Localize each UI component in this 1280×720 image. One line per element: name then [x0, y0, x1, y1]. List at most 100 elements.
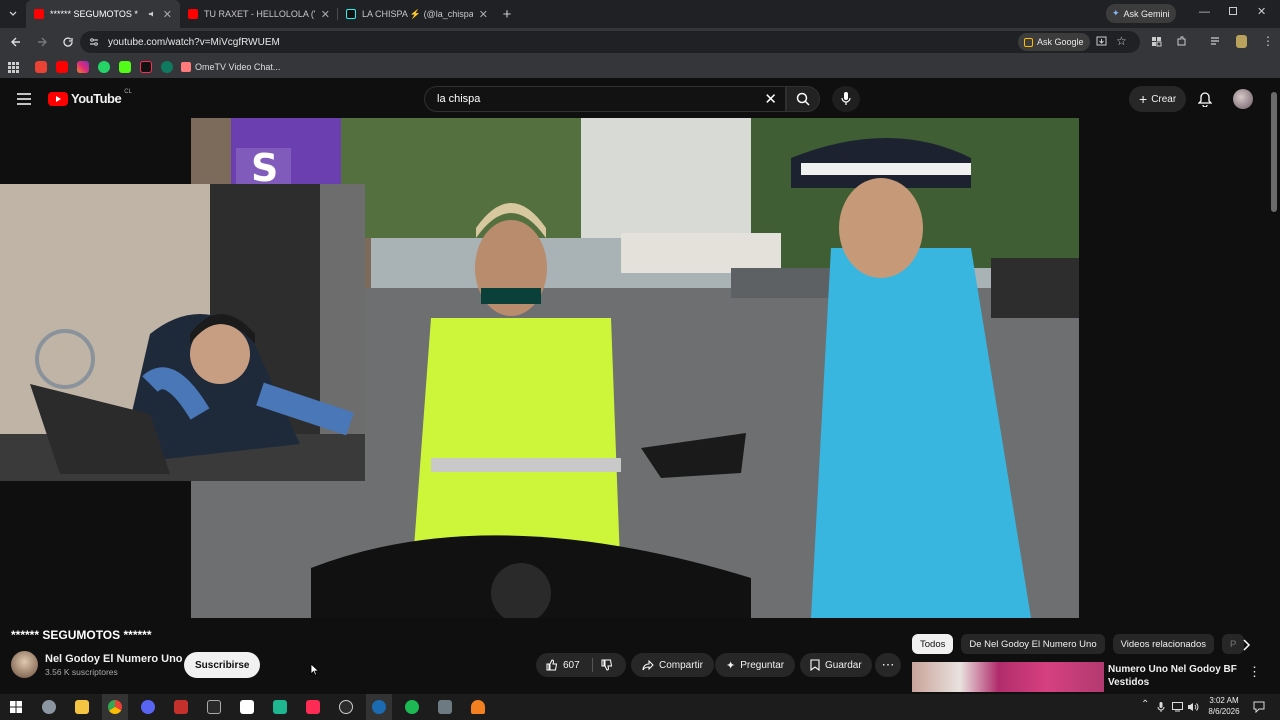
thumbs-down-icon[interactable] [601, 659, 613, 671]
like-button[interactable]: 607 [536, 659, 592, 671]
chip-from-channel[interactable]: De Nel Godoy El Numero Uno [961, 634, 1105, 654]
taskbar-app-spotify[interactable] [399, 694, 425, 720]
youtube-bookmark-icon[interactable] [56, 61, 68, 73]
page-scrollbar[interactable] [1271, 92, 1277, 212]
taskbar-app-epic[interactable] [201, 694, 227, 720]
windows-logo-icon [10, 701, 22, 713]
youtube-logo[interactable]: YouTube CL [48, 89, 132, 106]
instagram-bookmark-icon[interactable] [77, 61, 89, 73]
notifications-bell-icon[interactable] [1198, 92, 1212, 107]
close-tab-icon[interactable]: ✕ [479, 8, 488, 21]
tab-tu-raxet[interactable]: TU RAXET - HELLOLOLA (VIDEO ✕ [180, 0, 338, 28]
reload-icon[interactable] [62, 36, 74, 48]
hamburger-menu-icon[interactable] [17, 93, 31, 105]
gemini-icon: ✦ [1112, 8, 1120, 18]
share-button[interactable]: Compartir [631, 653, 714, 677]
url-text[interactable]: youtube.com/watch?v=MiVcgfRWUEM [108, 37, 280, 48]
gmail-bookmark-icon[interactable] [35, 61, 47, 73]
system-clock[interactable]: 3:02 AM 8/6/2026 [1206, 695, 1242, 717]
restore-icon[interactable] [1229, 7, 1237, 15]
ask-gemini-button[interactable]: ✦ Ask Gemini [1106, 4, 1176, 23]
chevron-right-icon[interactable] [1241, 639, 1251, 651]
related-filter-chips: Todos De Nel Godoy El Numero Uno Videos … [912, 634, 1245, 654]
close-window-icon[interactable]: ✕ [1257, 5, 1266, 18]
start-button[interactable] [3, 694, 29, 720]
webcam-overlay [0, 184, 365, 481]
ometv-bookmark[interactable]: OmeTV Video Chat... [181, 62, 280, 72]
speaker-icon[interactable] [148, 9, 156, 19]
related-title-line1: Numero Uno Nel Godoy BF [1108, 664, 1237, 675]
channel-avatar[interactable] [11, 651, 38, 678]
subscribe-button[interactable]: Suscribirse [184, 652, 261, 678]
ask-button[interactable]: ✦ Preguntar [715, 653, 796, 677]
chatgpt-bookmark-icon[interactable] [161, 61, 173, 73]
taskbar-explorer[interactable] [69, 694, 95, 720]
new-tab-button[interactable]: + [496, 3, 518, 25]
close-tab-icon[interactable]: ✕ [163, 8, 172, 21]
video-app-icon [174, 700, 188, 714]
network-icon[interactable] [1172, 702, 1183, 712]
forward-arrow-icon[interactable] [36, 36, 48, 48]
address-bar[interactable]: youtube.com/watch?v=MiVcgfRWUEM Ask Goog… [80, 31, 1140, 53]
tab-search-button[interactable] [0, 0, 26, 28]
taskbar-app-capcut[interactable] [234, 694, 260, 720]
taskbar-app-green[interactable] [267, 694, 293, 720]
whatsapp-bookmark-icon[interactable] [98, 61, 110, 73]
taskbar-chrome[interactable] [102, 694, 128, 720]
chip-related[interactable]: Videos relacionados [1112, 634, 1214, 654]
more-actions-button[interactable]: ⋯ [875, 653, 901, 677]
search-input[interactable]: la chispa ✕ [424, 86, 786, 112]
kick-bookmark-icon[interactable] [119, 61, 131, 73]
search-button[interactable] [786, 86, 820, 112]
back-arrow-icon[interactable] [10, 36, 22, 48]
minimize-icon[interactable]: — [1199, 6, 1210, 18]
install-app-icon[interactable] [1096, 36, 1107, 47]
tab-segumotos[interactable]: ****** SEGUMOTOS ****** ✕ [26, 0, 180, 28]
video-title: ****** SEGUMOTOS ****** [11, 628, 152, 642]
volume-icon[interactable] [1188, 702, 1199, 712]
apps-grid-icon[interactable] [8, 61, 19, 73]
subscriber-count: 3.56 K suscriptores [45, 667, 118, 677]
clear-search-icon[interactable]: ✕ [764, 90, 777, 108]
site-info-icon[interactable] [88, 36, 100, 48]
spotify-icon [405, 700, 419, 714]
taskbar-app-cloud[interactable] [465, 694, 491, 720]
show-hidden-icons[interactable]: ⌃ [1141, 699, 1149, 710]
ometv-icon [181, 62, 191, 72]
account-avatar[interactable] [1233, 89, 1253, 109]
media-controls-icon[interactable] [1210, 36, 1222, 47]
taskbar-app-video[interactable] [168, 694, 194, 720]
extension-icon[interactable] [1151, 36, 1162, 47]
youtube-favicon-icon [34, 9, 44, 19]
save-button[interactable]: Guardar [800, 653, 872, 677]
close-tab-icon[interactable]: ✕ [321, 8, 330, 21]
chip-all[interactable]: Todos [912, 634, 954, 654]
profile-icon[interactable] [1236, 35, 1247, 48]
tab-la-chispa[interactable]: LA CHISPA ⚡ (@la_chispa_ofic ✕ [338, 0, 496, 28]
tiktok-favicon-icon [346, 9, 356, 19]
windows-taskbar: ⌃ 3:02 AM 8/6/2026 [0, 694, 1280, 720]
related-video-item[interactable]: Numero Uno Nel Godoy BF Vestidos ⋮ [912, 662, 1267, 692]
related-more-icon[interactable]: ⋮ [1248, 664, 1261, 680]
taskbar-app-steam[interactable] [366, 694, 392, 720]
puzzle-icon[interactable] [1176, 36, 1187, 47]
bookmark-star-icon[interactable]: ☆ [1116, 34, 1127, 48]
tab-label: ****** SEGUMOTOS ****** [50, 9, 138, 19]
notification-center-icon[interactable] [1253, 701, 1265, 713]
taskbar-app-tiktok[interactable] [300, 694, 326, 720]
ask-google-button[interactable]: Ask Google [1018, 33, 1090, 51]
bookmarks-bar: OmeTV Video Chat... [0, 56, 1280, 78]
chrome-menu-icon[interactable]: ⋮ [1262, 34, 1274, 48]
taskbar-app-discord[interactable] [135, 694, 161, 720]
taskbar-settings[interactable] [36, 694, 62, 720]
taskbar-app-game[interactable] [432, 694, 458, 720]
bookmark-icon [810, 659, 820, 671]
create-button[interactable]: + Crear [1129, 86, 1187, 112]
search-query[interactable]: la chispa [437, 93, 480, 105]
microphone-tray-icon[interactable] [1157, 702, 1165, 713]
voice-search-button[interactable] [832, 86, 860, 112]
tiktok-bookmark-icon[interactable] [140, 61, 152, 73]
channel-name[interactable]: Nel Godoy El Numero Uno [45, 653, 183, 665]
taskbar-app-obs[interactable] [333, 694, 359, 720]
app-icon [273, 700, 287, 714]
